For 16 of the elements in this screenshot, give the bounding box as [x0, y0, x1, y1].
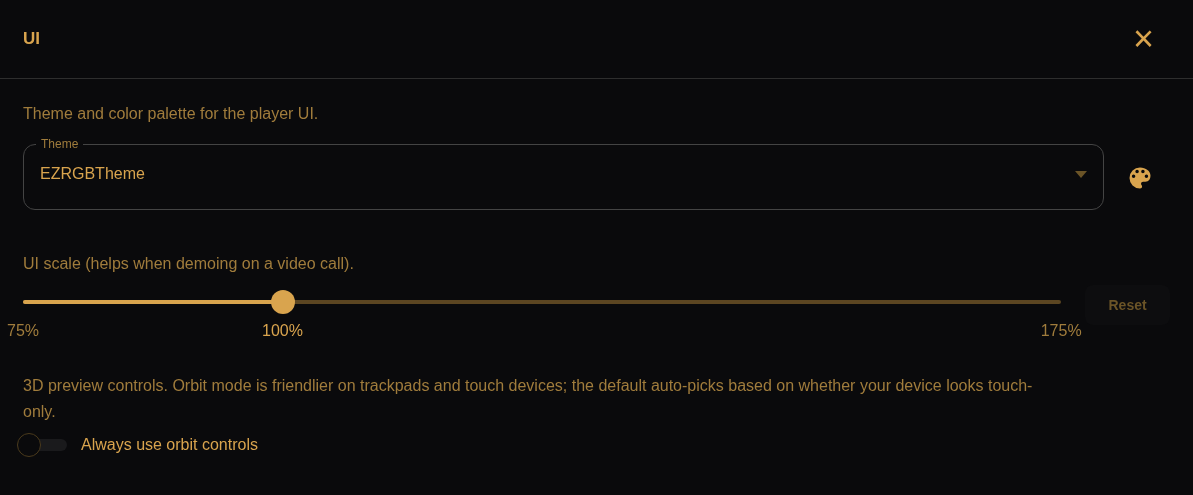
caret-icon: [1075, 170, 1087, 178]
close-button[interactable]: ×: [1132, 21, 1154, 57]
dialog-title: UI: [23, 28, 40, 51]
slider-thumb[interactable]: [270, 290, 295, 314]
toggle-label: Always use orbit controls: [81, 435, 258, 455]
select-label: Theme: [40, 137, 80, 151]
slider-mark-label: 75%: [7, 321, 39, 341]
select-value: EZRGBTheme: [40, 164, 145, 184]
controls-description: 3D preview controls. Orbit mode is friendlier on trackpads and touch devices; the default auto-picks based on whether your device looks touch-only.: [23, 376, 1034, 422]
slider-mark-label: 175%: [1040, 321, 1082, 341]
orbit-toggle[interactable]: [17, 433, 67, 457]
scale-slider[interactable]: [23, 290, 1062, 314]
scale-description: UI scale (helps when demoing on a video call).: [23, 254, 355, 274]
theme-select[interactable]: Theme EZRGBTheme: [23, 137, 1104, 210]
theme-description: Theme and color palette for the player UI.: [23, 104, 320, 124]
slider-mark-label: 100%: [262, 321, 303, 341]
